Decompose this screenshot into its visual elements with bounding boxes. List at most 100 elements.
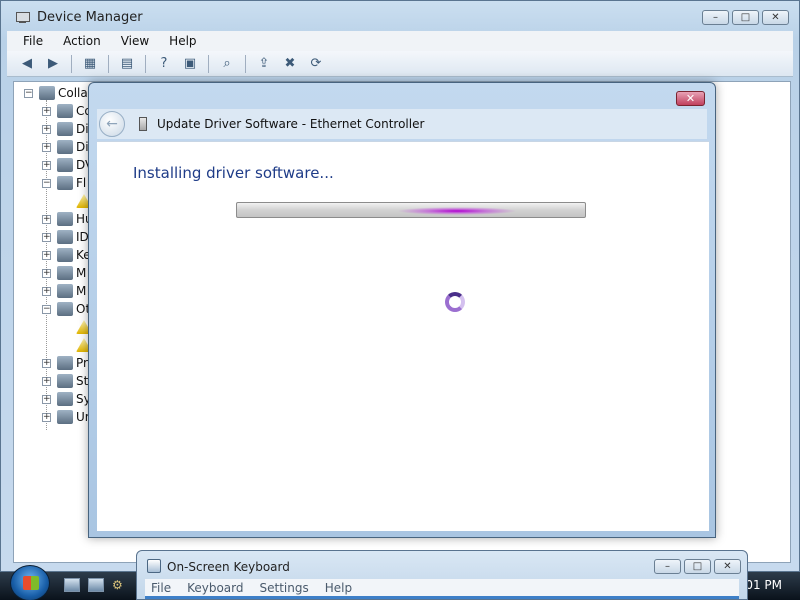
- expand-icon[interactable]: +: [42, 232, 51, 242]
- tree-item[interactable]: + St: [42, 372, 88, 390]
- device-category-icon: [57, 230, 73, 244]
- toolbar-separator: [208, 54, 209, 73]
- tree-item[interactable]: + M: [42, 264, 86, 282]
- tree-item-label: Di: [76, 140, 89, 154]
- close-button[interactable]: ✕: [676, 91, 705, 106]
- tree-item[interactable]: + Ke: [42, 246, 91, 264]
- start-button[interactable]: [10, 565, 50, 600]
- tree-item[interactable]: + Hu: [42, 210, 93, 228]
- collapse-icon[interactable]: −: [24, 88, 33, 98]
- device-category-icon: [57, 158, 73, 172]
- menu-help[interactable]: Help: [169, 34, 196, 48]
- show-hide-console-tree-icon[interactable]: ▦: [80, 54, 100, 74]
- osk-menu-keyboard[interactable]: Keyboard: [187, 581, 243, 595]
- disable-device-icon[interactable]: ✖: [280, 54, 300, 74]
- toolbar-separator: [245, 54, 246, 73]
- on-screen-keyboard-window: On-Screen Keyboard – □ ✕ File Keyboard S…: [136, 550, 748, 600]
- expand-icon[interactable]: +: [42, 394, 51, 404]
- menu-view[interactable]: View: [121, 34, 149, 48]
- tree-item-label: Pr: [76, 356, 88, 370]
- minimize-button[interactable]: –: [654, 559, 681, 574]
- tree-item-label: M: [76, 266, 87, 280]
- maximize-button[interactable]: □: [732, 10, 759, 25]
- expand-icon[interactable]: +: [42, 106, 51, 116]
- help-icon[interactable]: ?: [154, 54, 174, 74]
- wizard-title: Update Driver Software - Ethernet Contro…: [157, 117, 425, 131]
- show-desktop-icon[interactable]: [64, 578, 80, 592]
- minimize-button[interactable]: –: [702, 10, 729, 25]
- expand-icon[interactable]: +: [42, 250, 51, 260]
- osk-keyboard-area[interactable]: [145, 596, 739, 599]
- menu-action[interactable]: Action: [63, 34, 101, 48]
- tree-item[interactable]: + Pr: [42, 354, 88, 372]
- expand-icon[interactable]: +: [42, 412, 51, 422]
- maximize-button[interactable]: □: [684, 559, 711, 574]
- tree-item[interactable]: + Ur: [42, 408, 90, 426]
- menu-file[interactable]: File: [23, 34, 43, 48]
- wizard-body: Installing driver software...: [97, 141, 709, 531]
- dm-toolbar: ◀ ▶ ▦ ▤ ? ▣ ⌕ ⇪ ✖ ⟳: [7, 51, 793, 77]
- dm-menubar: File Action View Help: [7, 31, 793, 51]
- mouse-category-icon: [57, 266, 73, 280]
- properties-icon[interactable]: ▤: [117, 54, 137, 74]
- tree-item[interactable]: + ID: [42, 228, 89, 246]
- device-category-icon: [57, 212, 73, 226]
- expand-icon[interactable]: +: [42, 286, 51, 296]
- network-adapter-icon: [139, 117, 147, 131]
- osk-caption-buttons: – □ ✕: [654, 559, 741, 574]
- expand-icon[interactable]: +: [42, 376, 51, 386]
- tree-item-label: Fl: [76, 176, 87, 190]
- update-driver-dialog: ✕ ← Update Driver Software - Ethernet Co…: [88, 82, 716, 538]
- keyboard-icon: [147, 559, 161, 573]
- expand-icon[interactable]: +: [42, 358, 51, 368]
- tree-item-label: St: [76, 374, 89, 388]
- windows-logo-icon: [23, 576, 39, 590]
- back-button[interactable]: ←: [99, 111, 125, 137]
- collapse-icon[interactable]: −: [42, 178, 51, 188]
- dm-titlebar: Device Manager: [1, 1, 799, 33]
- expand-icon[interactable]: +: [42, 142, 51, 152]
- busy-cursor-icon: [445, 292, 465, 312]
- back-arrow-icon[interactable]: ◀: [17, 54, 37, 74]
- tree-item-label: M: [76, 284, 87, 298]
- expand-icon[interactable]: +: [42, 268, 51, 278]
- tree-root[interactable]: − Collab: [24, 84, 95, 102]
- toolbar-separator: [145, 54, 146, 73]
- accessibility-icon[interactable]: ⚙: [112, 578, 128, 592]
- close-button[interactable]: ✕: [762, 10, 789, 25]
- processor-category-icon: [57, 356, 73, 370]
- uninstall-device-icon[interactable]: ⟳: [306, 54, 326, 74]
- update-driver-icon[interactable]: ⇪: [254, 54, 274, 74]
- tree-item[interactable]: + Di: [42, 120, 89, 138]
- osk-menu-file[interactable]: File: [151, 581, 171, 595]
- expand-icon[interactable]: +: [42, 160, 51, 170]
- expand-icon[interactable]: +: [42, 214, 51, 224]
- dm-title: Device Manager: [37, 9, 143, 25]
- tree-item[interactable]: + Di: [42, 138, 89, 156]
- switch-windows-icon[interactable]: [88, 578, 104, 592]
- tree-item[interactable]: − Ot: [42, 300, 90, 318]
- keyboard-category-icon: [57, 248, 73, 262]
- usb-category-icon: [57, 410, 73, 424]
- action-pane-icon[interactable]: ▣: [180, 54, 200, 74]
- device-category-icon: [57, 104, 73, 118]
- close-button[interactable]: ✕: [714, 559, 741, 574]
- osk-menu-help[interactable]: Help: [325, 581, 352, 595]
- tree-item[interactable]: − Fl: [42, 174, 86, 192]
- osk-title: On-Screen Keyboard: [167, 560, 290, 574]
- tree-item[interactable]: + Co: [42, 102, 92, 120]
- tree-item[interactable]: + DV: [42, 156, 93, 174]
- toolbar-separator: [71, 54, 72, 73]
- forward-arrow-icon[interactable]: ▶: [43, 54, 63, 74]
- osk-menu-settings[interactable]: Settings: [260, 581, 309, 595]
- collapse-icon[interactable]: −: [42, 304, 51, 314]
- dm-caption-buttons: – □ ✕: [702, 10, 789, 25]
- tree-item[interactable]: + Sy: [42, 390, 91, 408]
- tree-item-label: ID: [76, 230, 89, 244]
- device-category-icon: [57, 176, 73, 190]
- expand-icon[interactable]: +: [42, 124, 51, 134]
- tree-item[interactable]: + M: [42, 282, 86, 300]
- scan-hardware-icon[interactable]: ⌕: [217, 54, 237, 74]
- toolbar-separator: [108, 54, 109, 73]
- wizard-header: ← Update Driver Software - Ethernet Cont…: [97, 109, 707, 139]
